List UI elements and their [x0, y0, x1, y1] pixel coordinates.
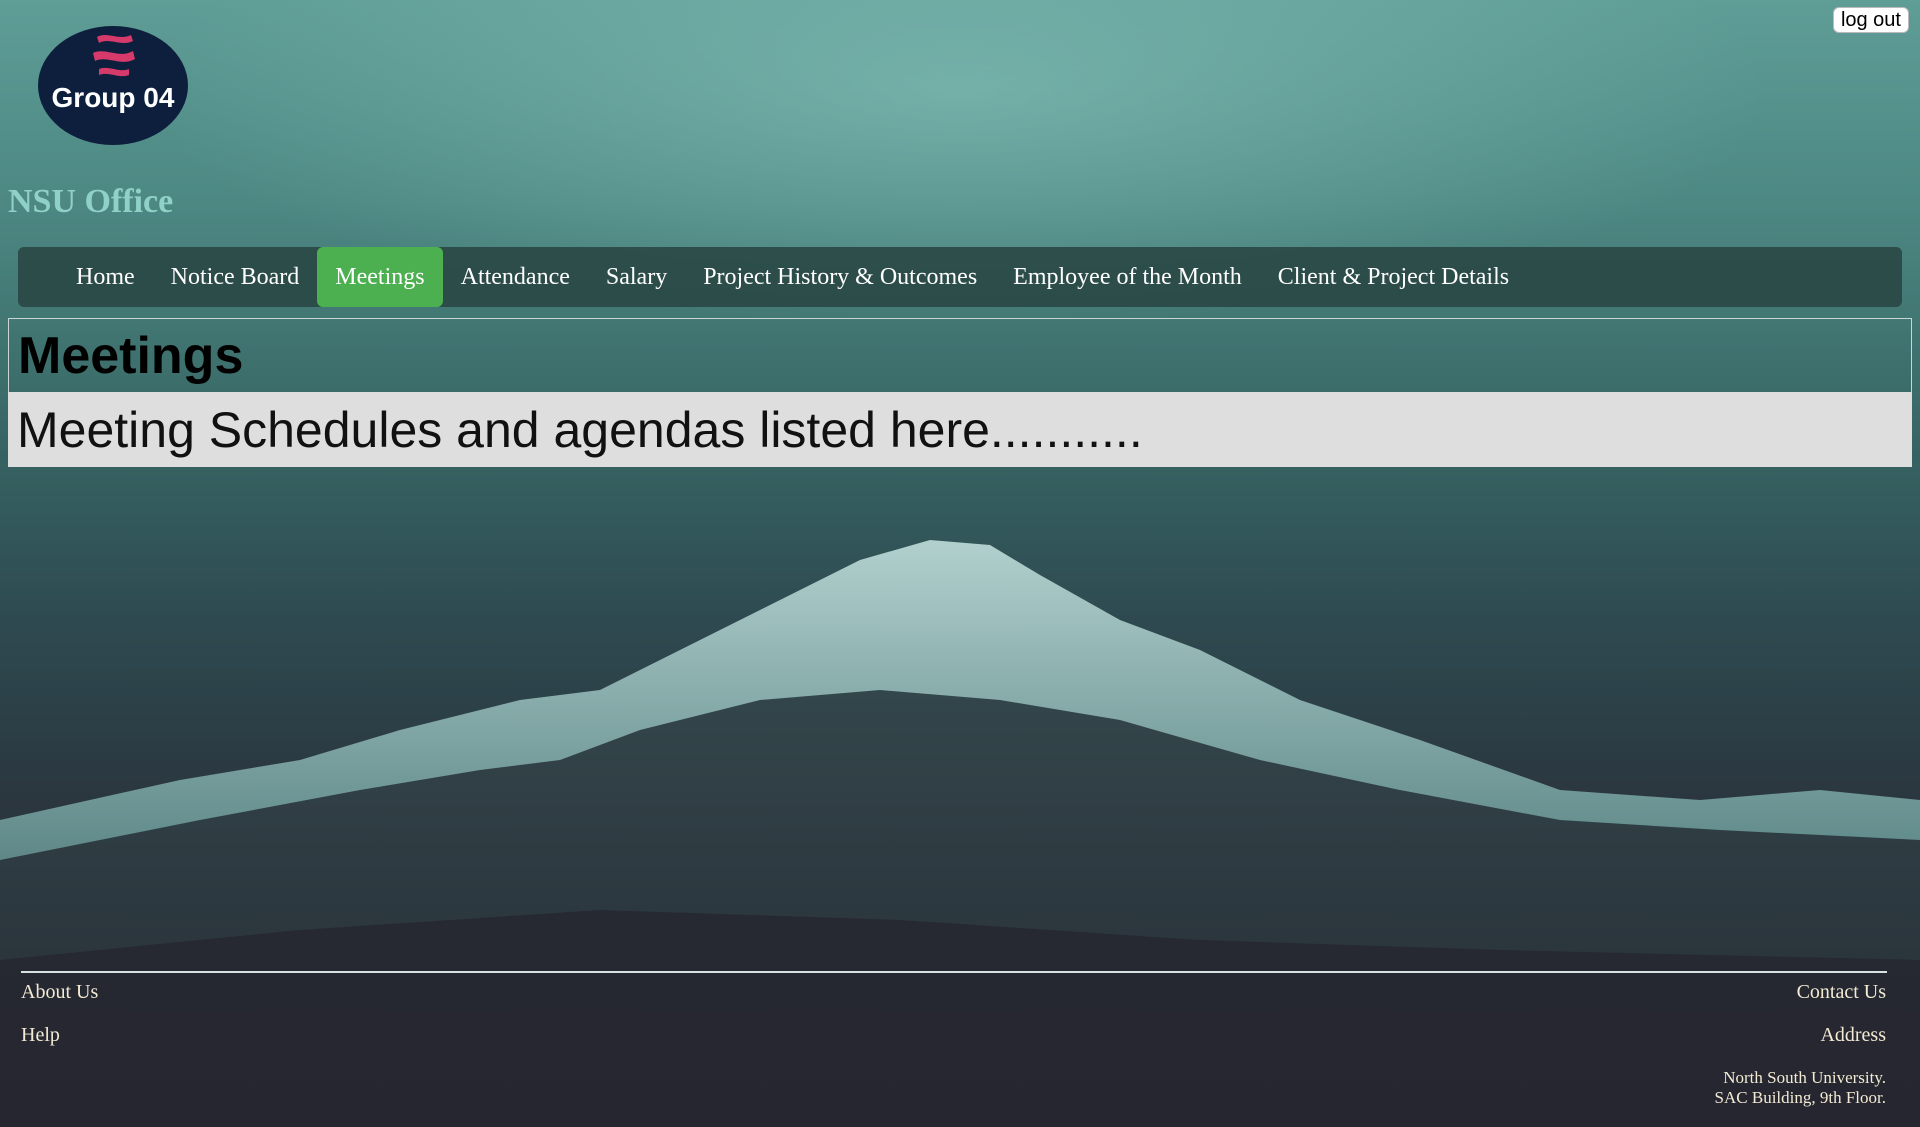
- nav-item-salary[interactable]: Salary: [588, 247, 685, 307]
- footer-about-us-link[interactable]: About Us: [21, 981, 98, 1004]
- page-title: Meetings: [18, 326, 244, 385]
- main-nav: Home Notice Board Meetings Attendance Salary…: [18, 247, 1902, 307]
- nav-item-attendance[interactable]: Attendance: [443, 247, 588, 307]
- nav-item-employee-of-the-month[interactable]: Employee of the Month: [995, 247, 1260, 307]
- group-logo[interactable]: Group 04: [37, 25, 189, 146]
- nav-item-home[interactable]: Home: [58, 247, 153, 307]
- footer-address-line2: SAC Building, 9th Floor.: [1714, 1088, 1886, 1107]
- footer-help-link[interactable]: Help: [21, 1024, 60, 1047]
- nav-item-meetings[interactable]: Meetings: [317, 247, 443, 307]
- nav-item-notice-board[interactable]: Notice Board: [153, 247, 318, 307]
- logout-button[interactable]: log out: [1832, 7, 1909, 33]
- logo-text: Group 04: [52, 82, 175, 113]
- nav-item-client-and-project-details[interactable]: Client & Project Details: [1260, 247, 1527, 307]
- footer-address-label: Address: [1820, 1024, 1886, 1046]
- meetings-description: Meeting Schedules and agendas listed her…: [17, 401, 1143, 458]
- meetings-section: Meetings Meeting Schedules and agendas l…: [8, 318, 1912, 467]
- footer-contact-us-link[interactable]: Contact Us: [1797, 981, 1886, 1004]
- footer-address-line1: North South University.: [1723, 1068, 1886, 1087]
- mountain-background-image: [0, 540, 1920, 1127]
- office-title: NSU Office: [8, 183, 174, 220]
- section-header: Meetings: [8, 318, 1912, 392]
- footer-divider: [21, 971, 1887, 973]
- nav-item-project-history-and-outcomes[interactable]: Project History & Outcomes: [685, 247, 995, 307]
- section-body: Meeting Schedules and agendas listed her…: [8, 392, 1912, 467]
